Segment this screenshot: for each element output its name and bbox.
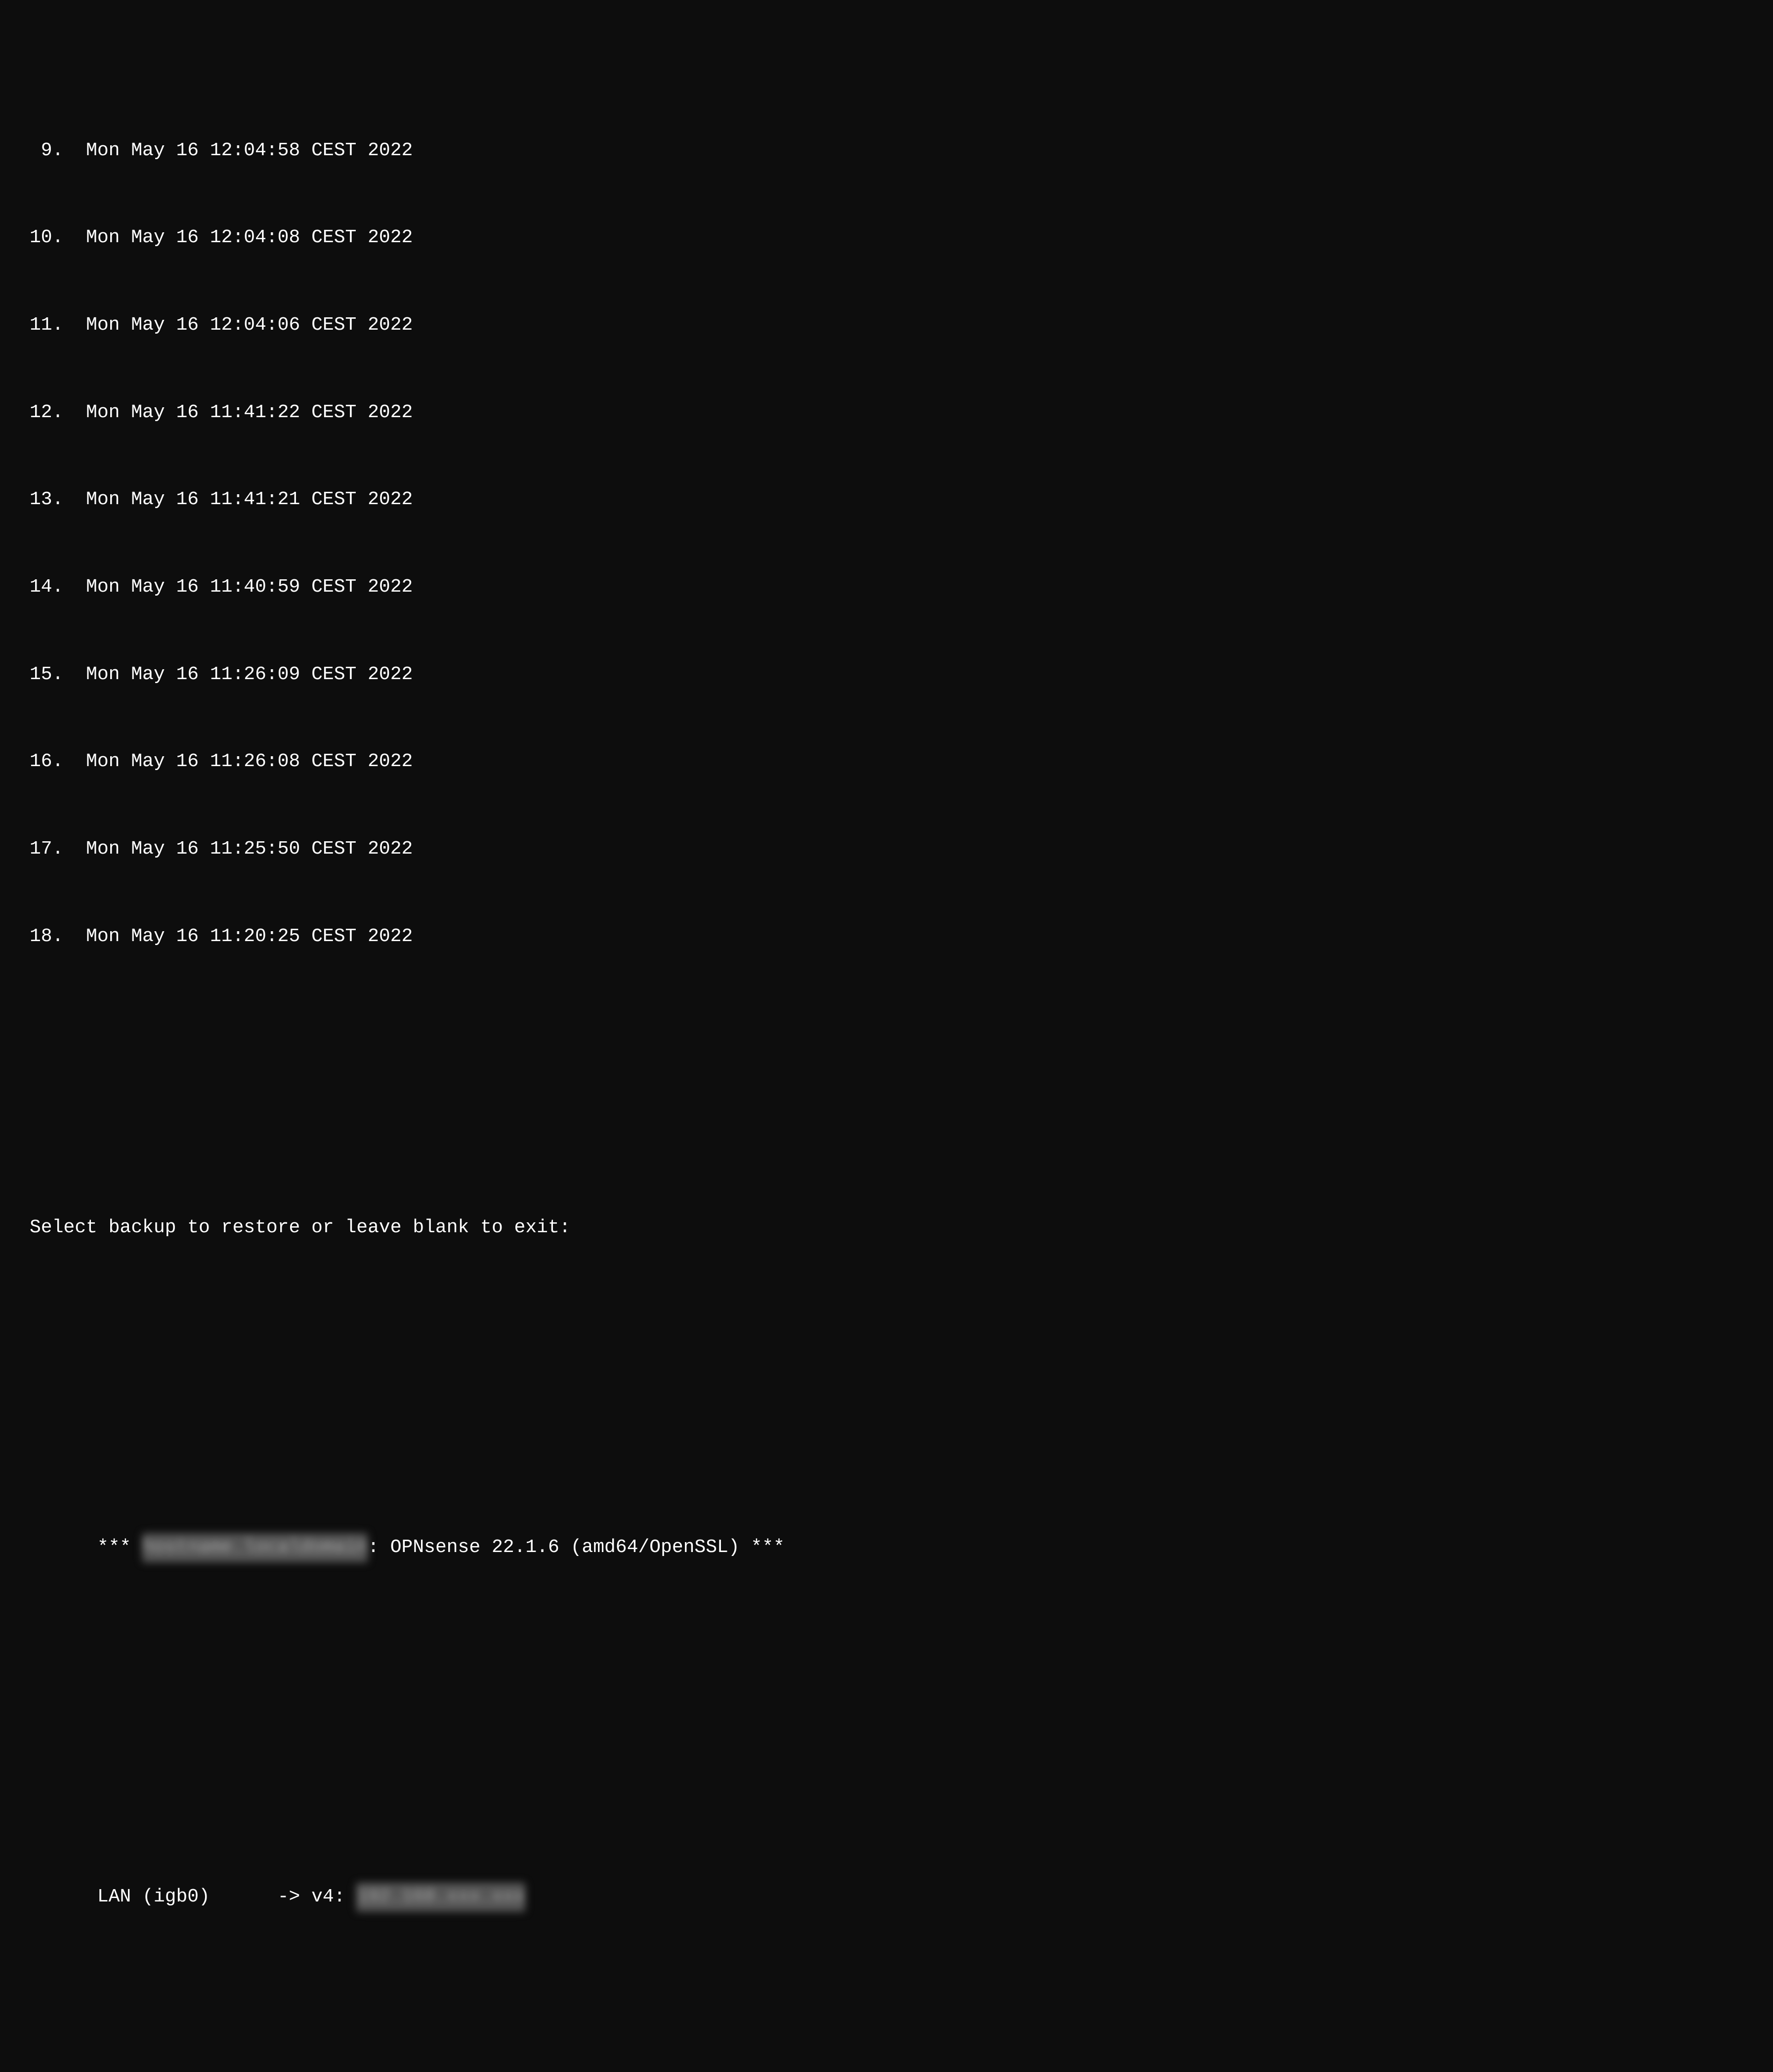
hostname-suffix: : OPNsense 22.1.6 (amd64/OpenSSL) *** — [368, 1537, 785, 1558]
hostname-blurred: hostname.localdomain — [142, 1533, 368, 1562]
history-entry-17: 17. Mon May 16 11:25:50 CEST 2022 — [30, 835, 1743, 864]
history-entry-11: 11. Mon May 16 12:04:06 CEST 2022 — [30, 311, 1743, 340]
history-entry-13: 13. Mon May 16 11:41:21 CEST 2022 — [30, 485, 1743, 515]
hostname-line: *** hostname.localdomain: OPNsense 22.1.… — [30, 1504, 1743, 1592]
lan-ip-blurred: 192.168.xxx.xxx — [356, 1883, 525, 1912]
history-entry-14: 14. Mon May 16 11:40:59 CEST 2022 — [30, 573, 1743, 602]
history-entry-16: 16. Mon May 16 11:26:08 CEST 2022 — [30, 747, 1743, 777]
blank-1 — [30, 1068, 1743, 1097]
blank-3 — [30, 1708, 1743, 1737]
lan-label: LAN (igb0) — [97, 1886, 210, 1907]
terminal: 9. Mon May 16 12:04:58 CEST 2022 10. Mon… — [0, 0, 1773, 2072]
history-entry-12: 12. Mon May 16 11:41:22 CEST 2022 — [30, 398, 1743, 428]
lan-line: LAN (igb0) -> v4: 192.168.xxx.xxx — [30, 1854, 1743, 1941]
screen: 9. Mon May 16 12:04:58 CEST 2022 10. Mon… — [0, 0, 1773, 1036]
history-entry-10: 10. Mon May 16 12:04:08 CEST 2022 — [30, 223, 1743, 253]
history-entry-15: 15. Mon May 16 11:26:09 CEST 2022 — [30, 660, 1743, 690]
select-prompt: Select backup to restore or leave blank … — [30, 1213, 1743, 1243]
history-entry-9: 9. Mon May 16 12:04:58 CEST 2022 — [30, 136, 1743, 166]
history-entry-18: 18. Mon May 16 11:20:25 CEST 2022 — [30, 922, 1743, 951]
blank-2 — [30, 1359, 1743, 1388]
lan-arrow: -> v4: — [278, 1886, 345, 1907]
wan-line: WAN (igb1) -> v4: xxx.xxx.xxx.xxx — [30, 2057, 1743, 2072]
hostname-prefix: *** — [97, 1537, 142, 1558]
